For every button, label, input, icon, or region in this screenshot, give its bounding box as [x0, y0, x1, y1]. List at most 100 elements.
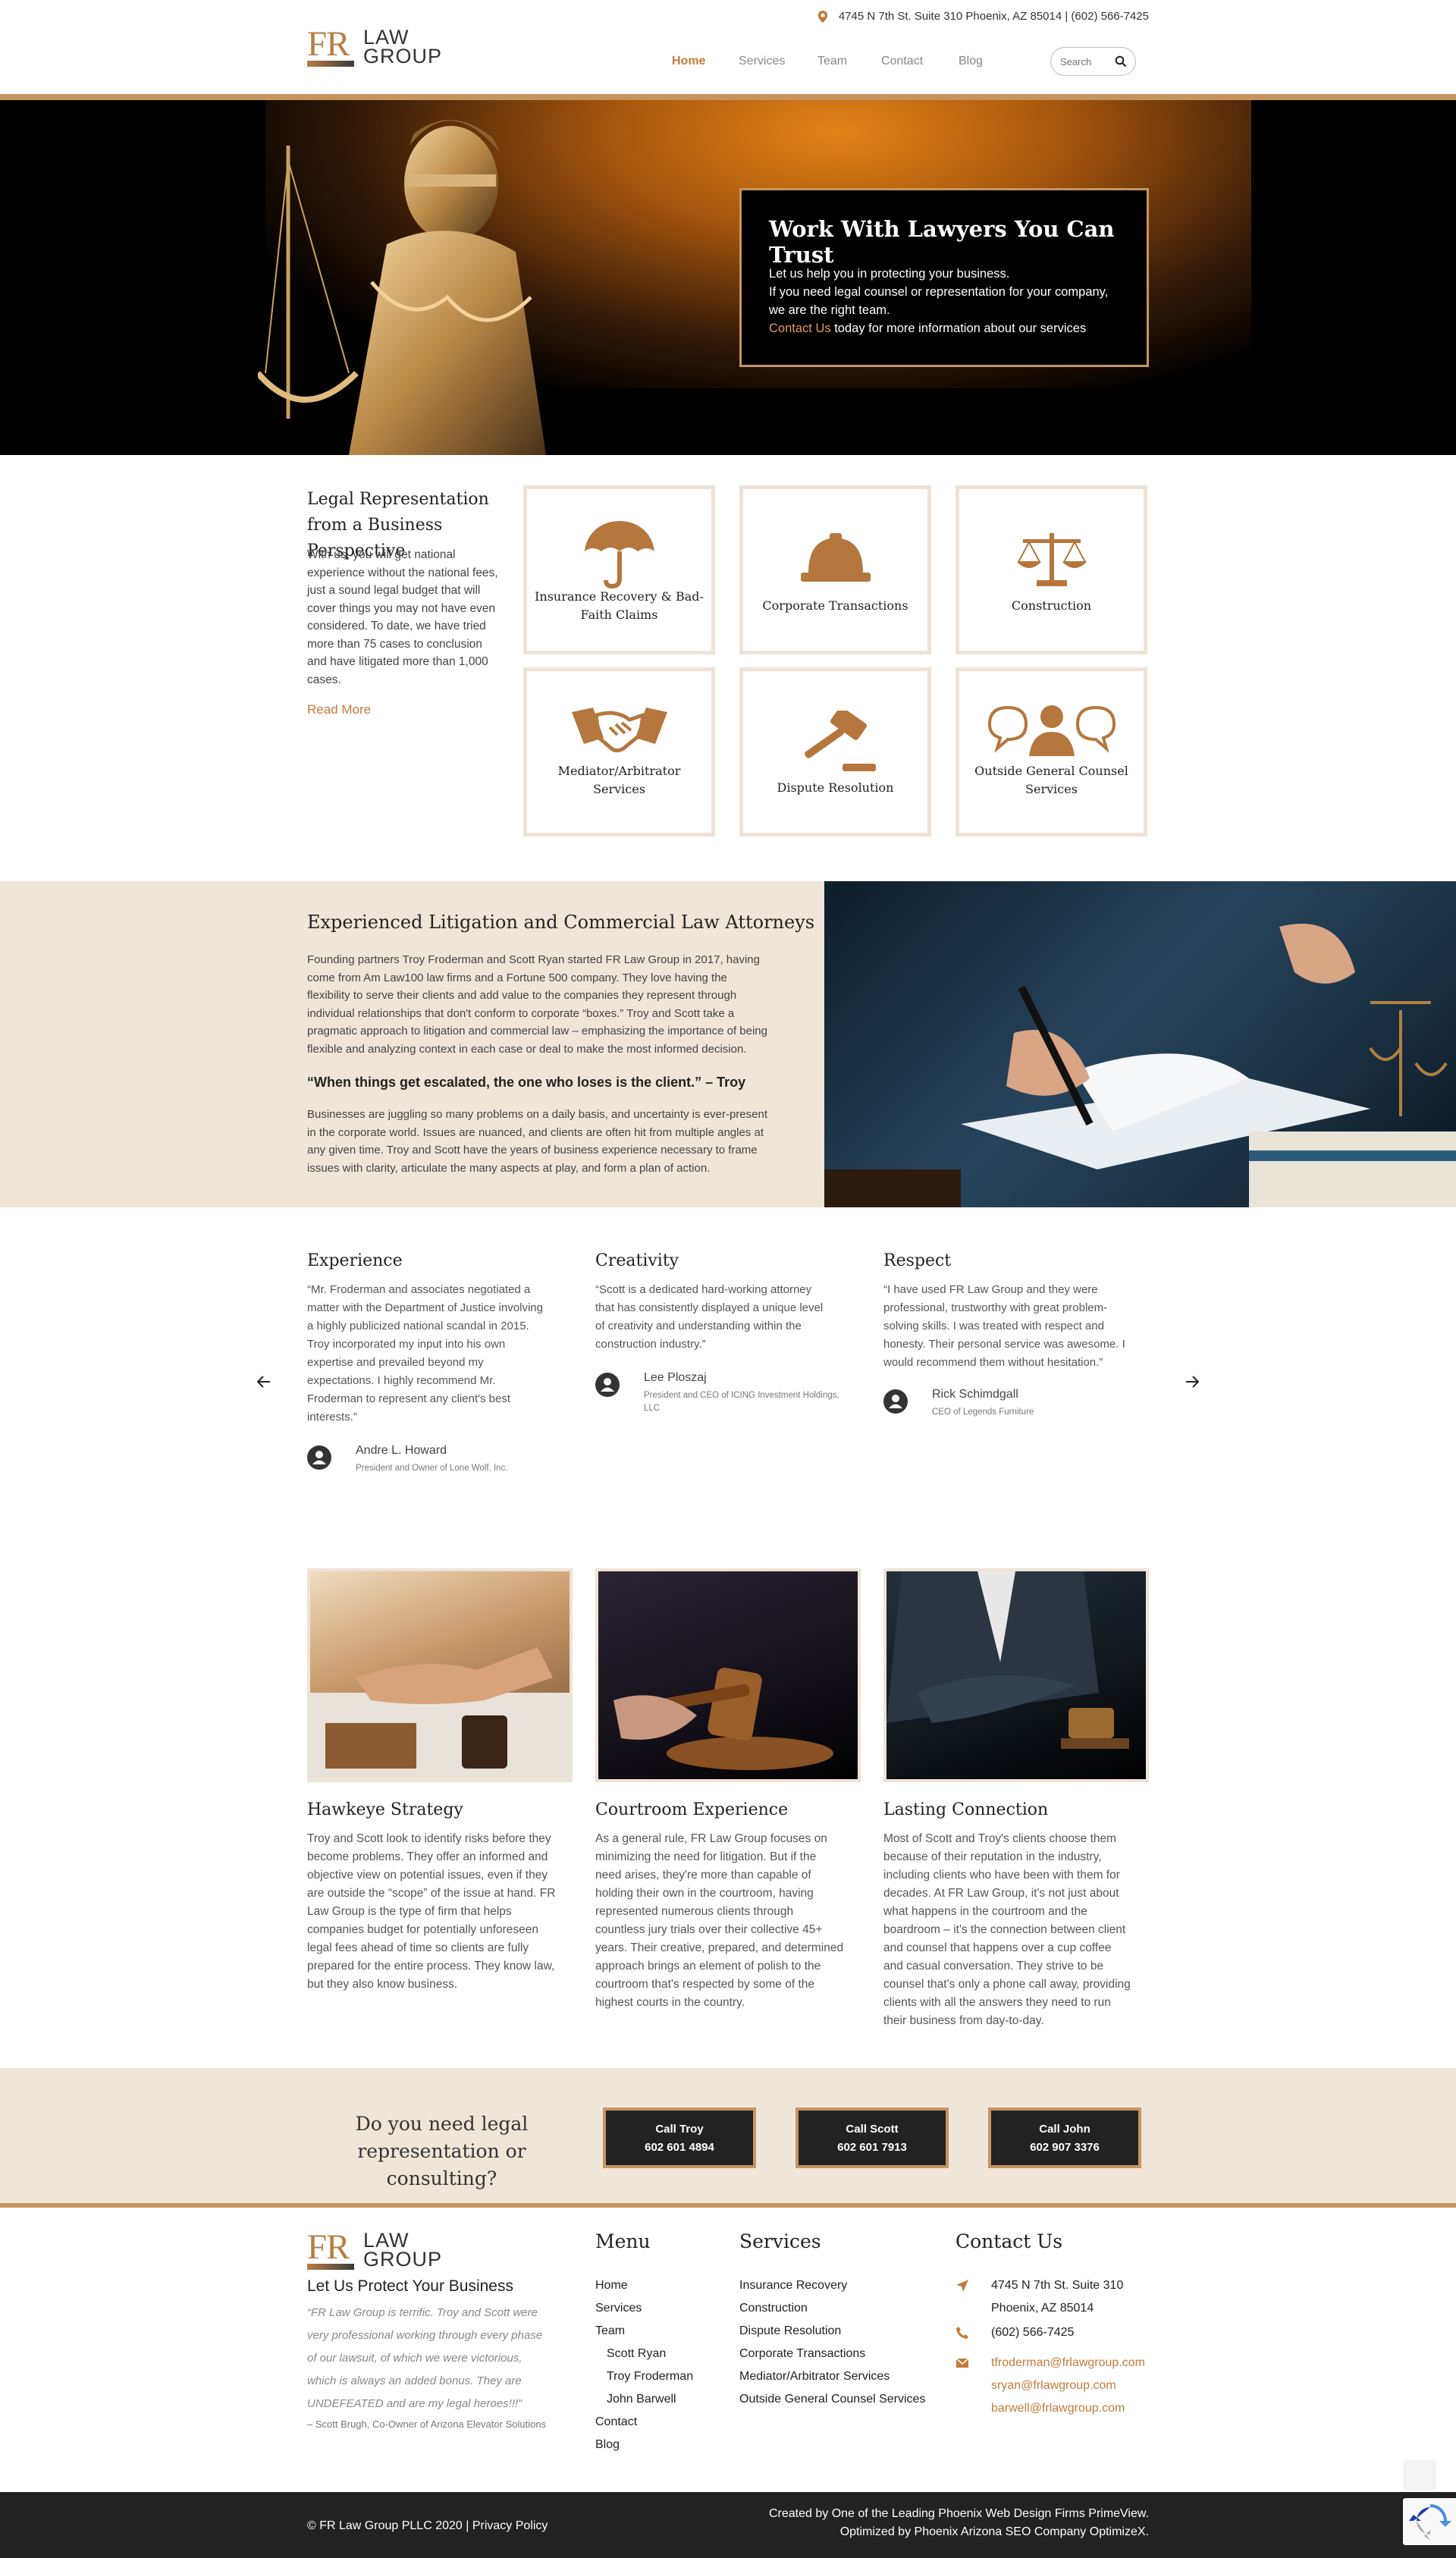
footer-service-link[interactable]: Dispute Resolution	[739, 2320, 841, 2343]
header-address: 4745 N 7th St. Suite 310 Phoenix, AZ 850…	[817, 9, 1149, 24]
text-line: “I have used FR Law Group and they were	[883, 1283, 1098, 1296]
footer-service-link[interactable]: Mediator/Arbitrator Services	[739, 2365, 890, 2388]
footer-menu-title: Menu	[595, 2230, 651, 2252]
text-line: honesty. Their personal service was awes…	[883, 1338, 1125, 1351]
footer-email-link[interactable]: barwell@frlawgroup.com	[991, 2397, 1125, 2420]
design-credit-link[interactable]: Created by One of the Leading Phoenix We…	[769, 2507, 1149, 2521]
user-icon	[601, 1378, 614, 1392]
privacy-policy-link[interactable]: Privacy Policy	[472, 2519, 548, 2532]
carousel-next-icon[interactable]	[1183, 1373, 1201, 1391]
nav-contact[interactable]: Contact	[881, 53, 923, 70]
paragraph-line: any given time. Troy and Scott have the …	[307, 1144, 758, 1157]
call-john-button[interactable]: Call John 602 907 3376	[988, 2108, 1141, 2168]
text-line: counsel that's only a phone call away, p…	[883, 1978, 1131, 1991]
service-card-insurance[interactable]: Insurance Recovery & Bad-Faith Claims	[523, 485, 715, 654]
search-input[interactable]	[1060, 54, 1113, 69]
user-icon	[889, 1395, 902, 1408]
site-logo[interactable]: FR LAW GROUP	[307, 27, 451, 67]
text-line: and casual conversation. They strive to …	[883, 1960, 1104, 1973]
paragraph-line: flexible and analyzing context in each c…	[307, 1042, 747, 1056]
footer-service-link[interactable]: Corporate Transactions	[739, 2343, 865, 2365]
footer-link-home[interactable]: Home	[595, 2274, 628, 2297]
attorneys-quote: “When things get escalated, the one who …	[307, 1075, 746, 1090]
text-line: expectations. I highly recommend Mr.	[307, 1374, 496, 1387]
text-line: interests.”	[307, 1411, 357, 1423]
text-line: Most of Scott and Troy's clients choose …	[883, 1832, 1117, 1845]
text-line: including clients who have been with the…	[883, 1869, 1120, 1882]
logo-fr: FR	[307, 2227, 350, 2267]
logo-fr: FR	[307, 24, 350, 64]
seo-credit-link[interactable]: Optimized by Phoenix Arizona SEO Company…	[840, 2525, 1149, 2539]
carousel-prev-icon[interactable]	[255, 1373, 273, 1391]
nav-home[interactable]: Home	[672, 53, 705, 70]
site-header: FR LAW GROUP 4745 N 7th St. Suite 310 Ph…	[0, 0, 1456, 100]
service-card-corporate[interactable]: Corporate Transactions	[739, 485, 931, 654]
footer-link-scott-ryan[interactable]: Scott Ryan	[607, 2343, 666, 2365]
footer-logo[interactable]: FR LAW GROUP	[307, 2230, 451, 2270]
hero-contact-link[interactable]: Contact Us	[769, 322, 831, 335]
author-name: Andre L. Howard	[356, 1444, 447, 1457]
text-line: which is always an added bonus. They are	[307, 2374, 522, 2387]
text-line: of creativity and understanding within t…	[595, 1320, 802, 1332]
footer-email-link[interactable]: sryan@frlawgroup.com	[991, 2374, 1116, 2397]
location-pin-icon	[817, 11, 828, 23]
text-line: their business from day-to-day.	[883, 2014, 1044, 2027]
nav-blog[interactable]: Blog	[959, 53, 983, 70]
attorney-photo-illustration	[824, 924, 1456, 1207]
footer-link-services[interactable]: Services	[595, 2297, 642, 2320]
text-line: Froderman to represent any client's best	[307, 1392, 510, 1405]
footer-link-troy-froderman[interactable]: Troy Froderman	[607, 2365, 693, 2388]
header-divider	[0, 94, 1456, 100]
service-card-counsel[interactable]: Outside General Counsel Services	[956, 667, 1147, 836]
footer-service-link[interactable]: Construction	[739, 2297, 808, 2320]
nav-team[interactable]: Team	[817, 53, 847, 70]
text-line: need arises, they're more than capable o…	[595, 1869, 811, 1882]
paragraph-line: issues with clarity, articulate the many…	[307, 1161, 711, 1175]
footer-link-john-barwell[interactable]: John Barwell	[607, 2388, 676, 2411]
businessman-photo-illustration	[886, 1571, 1129, 1749]
text-line: represented numerous clients through	[595, 1905, 794, 1918]
paragraph-line: flexibility to serve their clients and a…	[307, 989, 737, 1002]
hero-line-1: Let us help you in protecting your busin…	[769, 267, 1010, 281]
footer-phone[interactable]: (602) 566-7425	[991, 2321, 1074, 2344]
read-more-link[interactable]: Read More	[307, 702, 371, 717]
call-troy-button[interactable]: Call Troy 602 601 4894	[603, 2108, 756, 2168]
footer-link-blog[interactable]: Blog	[595, 2434, 620, 2456]
search-icon[interactable]	[1115, 55, 1127, 67]
copyright: © FR Law Group PLLC 2020 | Privacy Polic…	[307, 2519, 548, 2533]
nav-services[interactable]: Services	[739, 53, 785, 70]
testimonial-text: “Scott is a dedicated hard-working attor…	[595, 1281, 846, 1354]
text-line: that has consistently displayed a unique…	[595, 1301, 824, 1314]
feature-courtroom: Courtroom Experience As a general rule, …	[595, 1800, 861, 2012]
service-label: Dispute Resolution	[777, 780, 894, 795]
footer-testimonial: “FR Law Group is terrific. Troy and Scot…	[307, 2302, 573, 2415]
text-line: minimizing the need for litigation. But …	[595, 1850, 817, 1863]
text-line: are outside the “scope” of the issue at …	[307, 1887, 556, 1900]
footer-email-link[interactable]: tfroderman@frlawgroup.com	[991, 2352, 1145, 2374]
footer-link-contact[interactable]: Contact	[595, 2411, 637, 2434]
service-card-construction[interactable]: Construction	[956, 485, 1147, 654]
text-line: become problems. They offer an informed …	[307, 1850, 548, 1863]
service-card-mediator[interactable]: Mediator/Arbitrator Services	[523, 667, 715, 836]
text-line: prepared for the entire process. They kn…	[307, 1960, 555, 1973]
footer-link-team[interactable]: Team	[595, 2320, 625, 2343]
service-card-dispute[interactable]: Dispute Resolution	[739, 667, 931, 836]
paragraph-line: in the corporate world. Issues are nuanc…	[307, 1125, 764, 1139]
text-line: of our lawsuit, of which we were victori…	[307, 2352, 522, 2365]
testimonial-title: Creativity	[595, 1251, 679, 1270]
paragraph-line: come from Am Law100 law firms and a Fort…	[307, 971, 727, 984]
footer-services-title: Services	[739, 2230, 821, 2252]
footer-service-link[interactable]: Insurance Recovery	[739, 2274, 847, 2297]
scroll-to-top-button[interactable]	[1403, 2460, 1436, 2491]
recaptcha-badge[interactable]	[1403, 2498, 1456, 2545]
gavel-icon	[804, 711, 876, 771]
feature-text: Most of Scott and Troy's clients choose …	[883, 1830, 1149, 2030]
text-line: a highly publicized national scandal in …	[307, 1320, 529, 1332]
footer-service-link[interactable]: Outside General Counsel Services	[739, 2388, 925, 2411]
service-label: Mediator/Arbitrator Services	[557, 764, 681, 796]
text-line: approach brings an element of polish to …	[595, 1960, 821, 1973]
attorneys-paragraph-2: Businesses are juggling so many problems…	[307, 1106, 792, 1177]
hardhat-icon	[800, 533, 871, 582]
attorneys-title: Experienced Litigation and Commercial La…	[307, 912, 815, 933]
call-scott-button[interactable]: Call Scott 602 601 7913	[795, 2108, 949, 2168]
